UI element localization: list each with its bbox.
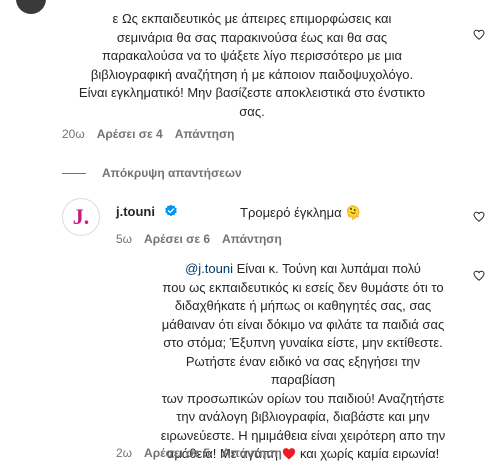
heart-outline-icon[interactable] (473, 29, 485, 40)
comment-line-text: και χωρίς καμία ειρωνία! (299, 446, 440, 461)
likes-count[interactable]: Αρέσει σε 5 (144, 446, 210, 460)
comment-line: την ανάλογη βιβλιογραφία, διαβάστε και μ… (176, 409, 430, 424)
username[interactable]: j.touni (116, 204, 155, 219)
avatar-letter: J. (72, 204, 90, 229)
avatar[interactable] (16, 0, 46, 14)
comment-line: μάθαιναν ότι είναι δόκιμο να φιλάτε τα π… (161, 316, 445, 332)
hide-replies-toggle[interactable]: Απόκρυψη απαντήσεων (62, 166, 242, 180)
comment-line: των προσωπικών ορίων του παιδιού! Αναζητ… (161, 390, 445, 406)
avatar-jtouni[interactable]: J. (62, 198, 100, 236)
comment-line: Ρωτήστε έναν ειδικό να σας εξηγήσει την … (185, 353, 421, 388)
heart-outline-icon[interactable] (473, 270, 485, 281)
comment-meta: 2ω Αρέσει σε 5 Απάντηση (116, 446, 282, 460)
comment-meta: 5ω Αρέσει σε 6 Απάντηση (116, 232, 282, 246)
comment-meta: 20ω Αρέσει σε 4 Απάντηση (62, 127, 235, 141)
comment-line: στο στόμα; Έξυπνη γυναίκα είστε, μην εκτ… (163, 335, 443, 350)
comment-time[interactable]: 20ω (62, 127, 85, 141)
likes-count[interactable]: Αρέσει σε 4 (97, 127, 163, 141)
comment-time[interactable]: 2ω (116, 446, 132, 460)
reply-button[interactable]: Απάντηση (175, 127, 235, 141)
comment-line: σας. (239, 103, 265, 119)
comment-line: παρακαλούσα να το ψάξετε λίγο περισσότερ… (101, 48, 403, 63)
reply-button[interactable]: Απάντηση (222, 232, 282, 246)
comment-line: διδαχθήκατε ή μήπως οι καθηγητές σας, σα… (174, 298, 432, 313)
comment-text: ε Ως εκπαιδευτικός με άπειρες επιμορφώσε… (62, 10, 442, 121)
mention-link[interactable]: @j.touni (185, 261, 233, 276)
comment-line: σεμινάρια θα σας παρακινούσα έως και θα … (116, 29, 388, 45)
comment-line: βιβλιογραφική αναζήτηση ή με κάποιον παι… (90, 66, 414, 82)
divider-line (62, 172, 86, 174)
comment-line-text: Είναι κ. Τούνη και λυπάμαι πολύ (232, 261, 421, 276)
comment-line: @j.touni Είναι κ. Τούνη και λυπάμαι πολύ (158, 260, 448, 279)
likes-count[interactable]: Αρέσει σε 6 (144, 232, 210, 246)
comment-line: ειρωνεύεστε. Η ημιμάθεια είναι χειρότερη… (160, 427, 446, 443)
red-heart-emoji-icon (282, 448, 296, 460)
comment-line: που ως εκπαιδευτικός κι εσείς δεν θυμάστ… (162, 279, 444, 295)
reply-button[interactable]: Απάντηση (222, 446, 282, 460)
hide-replies-label[interactable]: Απόκρυψη απαντήσεων (102, 166, 242, 180)
comment-line: Είναι εγκληματικό! Μην βασίζεστε αποκλει… (78, 85, 426, 100)
comment-text: @j.touni Είναι κ. Τούνη και λυπάμαι πολύ… (158, 260, 448, 464)
comment-text: Τρομερό έγκλημα 🫠 (240, 205, 362, 220)
verified-badge-icon (165, 204, 177, 217)
comment-line: ε Ως εκπαιδευτικός με άπειρες επιμορφώσε… (112, 11, 392, 26)
heart-outline-icon[interactable] (473, 211, 485, 222)
comment-time[interactable]: 5ω (116, 232, 132, 246)
